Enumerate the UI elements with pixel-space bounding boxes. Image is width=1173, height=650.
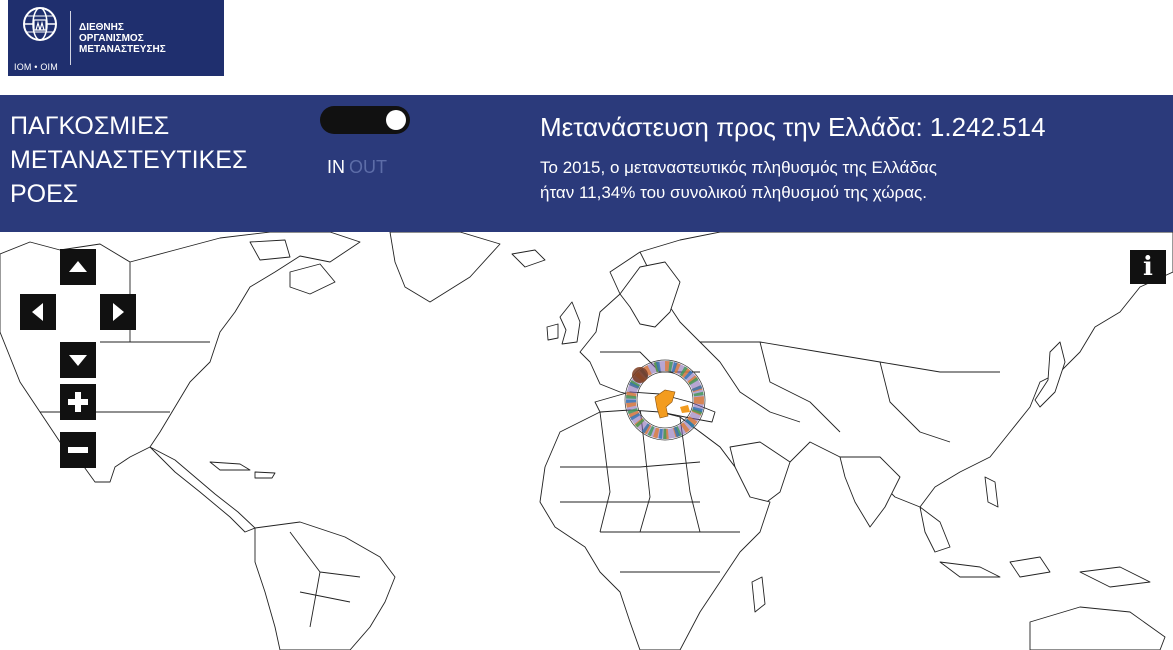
logo-name-line: ΟΡΓΑΝΙΣΜΟΣ	[79, 32, 144, 44]
australia	[1029, 606, 1166, 650]
zoom-out-button[interactable]	[60, 432, 96, 468]
indonesia-island	[939, 561, 1001, 578]
logo-name: ΔΙΕΘΝΗΣ ΟΡΓΑΝΙΣΜΟΣ ΜΕΤΑΝΑΣΤΕΥΣΗΣ	[79, 22, 166, 55]
pan-right-button[interactable]	[100, 294, 136, 330]
pan-up-button[interactable]	[60, 249, 96, 285]
arrow-right-icon	[113, 303, 124, 321]
caribbean-island	[209, 461, 251, 471]
logo-abbreviation: IOM • OIM	[14, 62, 58, 72]
plus-icon	[68, 392, 88, 412]
toggle-labels: IN OUT	[327, 157, 387, 178]
pan-down-button[interactable]	[60, 342, 96, 378]
globe-figures-icon: IOM • OIM	[8, 0, 70, 76]
indonesia-island	[1009, 556, 1051, 578]
in-out-toggle[interactable]	[320, 106, 410, 134]
central-america	[149, 446, 256, 533]
zoom-in-button[interactable]	[60, 384, 96, 420]
app-title-line: ΡΟΕΣ	[10, 180, 79, 208]
south-america	[254, 521, 396, 650]
migration-headline: Μετανάστευση προς την Ελλάδα: 1.242.514	[540, 112, 1046, 142]
caribbean-island	[254, 471, 276, 479]
iceland	[511, 249, 546, 268]
logo-divider	[70, 11, 71, 65]
world-map[interactable]: i	[0, 232, 1173, 650]
migration-subtext: Το 2015, ο μεταναστευτικός πληθυσμός της…	[540, 155, 1160, 205]
subtext-line: Το 2015, ο μεταναστευτικός πληθυσμός της…	[540, 158, 937, 177]
toggle-label-in[interactable]: IN	[327, 157, 345, 177]
app-title-line: ΠΑΓΚΟΣΜΙΕΣ	[10, 112, 170, 140]
pan-left-button[interactable]	[20, 294, 56, 330]
arrow-down-icon	[69, 355, 87, 366]
southeast-asia	[919, 506, 951, 553]
app-title: ΠΑΓΚΟΣΜΙΕΣ ΜΕΤΑΝΑΣΤΕΥΤΙΚΕΣ ΡΟΕΣ	[10, 109, 300, 211]
india	[839, 456, 901, 528]
minus-icon	[68, 447, 88, 453]
header-banner: ΠΑΓΚΟΣΜΙΕΣ ΜΕΤΑΝΑΣΤΕΥΤΙΚΕΣ ΡΟΕΣ IN OUT Με…	[0, 95, 1173, 232]
world-map-outline	[0, 232, 1173, 650]
arctic-island	[289, 263, 336, 295]
arrow-left-icon	[32, 303, 43, 321]
greenland	[389, 232, 501, 303]
logo-strip: IOM • OIM ΔΙΕΘΝΗΣ ΟΡΓΑΝΙΣΜΟΣ ΜΕΤΑΝΑΣΤΕΥΣ…	[0, 0, 1173, 95]
toggle-label-out[interactable]: OUT	[349, 157, 387, 177]
new-guinea	[1079, 566, 1151, 588]
iom-logo[interactable]: IOM • OIM ΔΙΕΘΝΗΣ ΟΡΓΑΝΙΣΜΟΣ ΜΕΤΑΝΑΣΤΕΥΣ…	[8, 0, 224, 76]
toggle-knob[interactable]	[386, 110, 406, 130]
app-title-line: ΜΕΤΑΝΑΣΤΕΥΤΙΚΕΣ	[10, 146, 248, 174]
united-kingdom	[559, 301, 581, 345]
madagascar	[751, 576, 766, 613]
philippines	[984, 476, 999, 508]
subtext-line: ήταν 11,34% του συνολικού πληθυσμού της …	[540, 183, 927, 202]
info-button[interactable]: i	[1130, 250, 1166, 284]
logo-name-line: ΜΕΤΑΝΑΣΤΕΥΣΗΣ	[79, 43, 166, 55]
ireland	[546, 323, 559, 341]
logo-name-line: ΔΙΕΘΝΗΣ	[79, 21, 124, 33]
arrow-up-icon	[69, 261, 87, 272]
